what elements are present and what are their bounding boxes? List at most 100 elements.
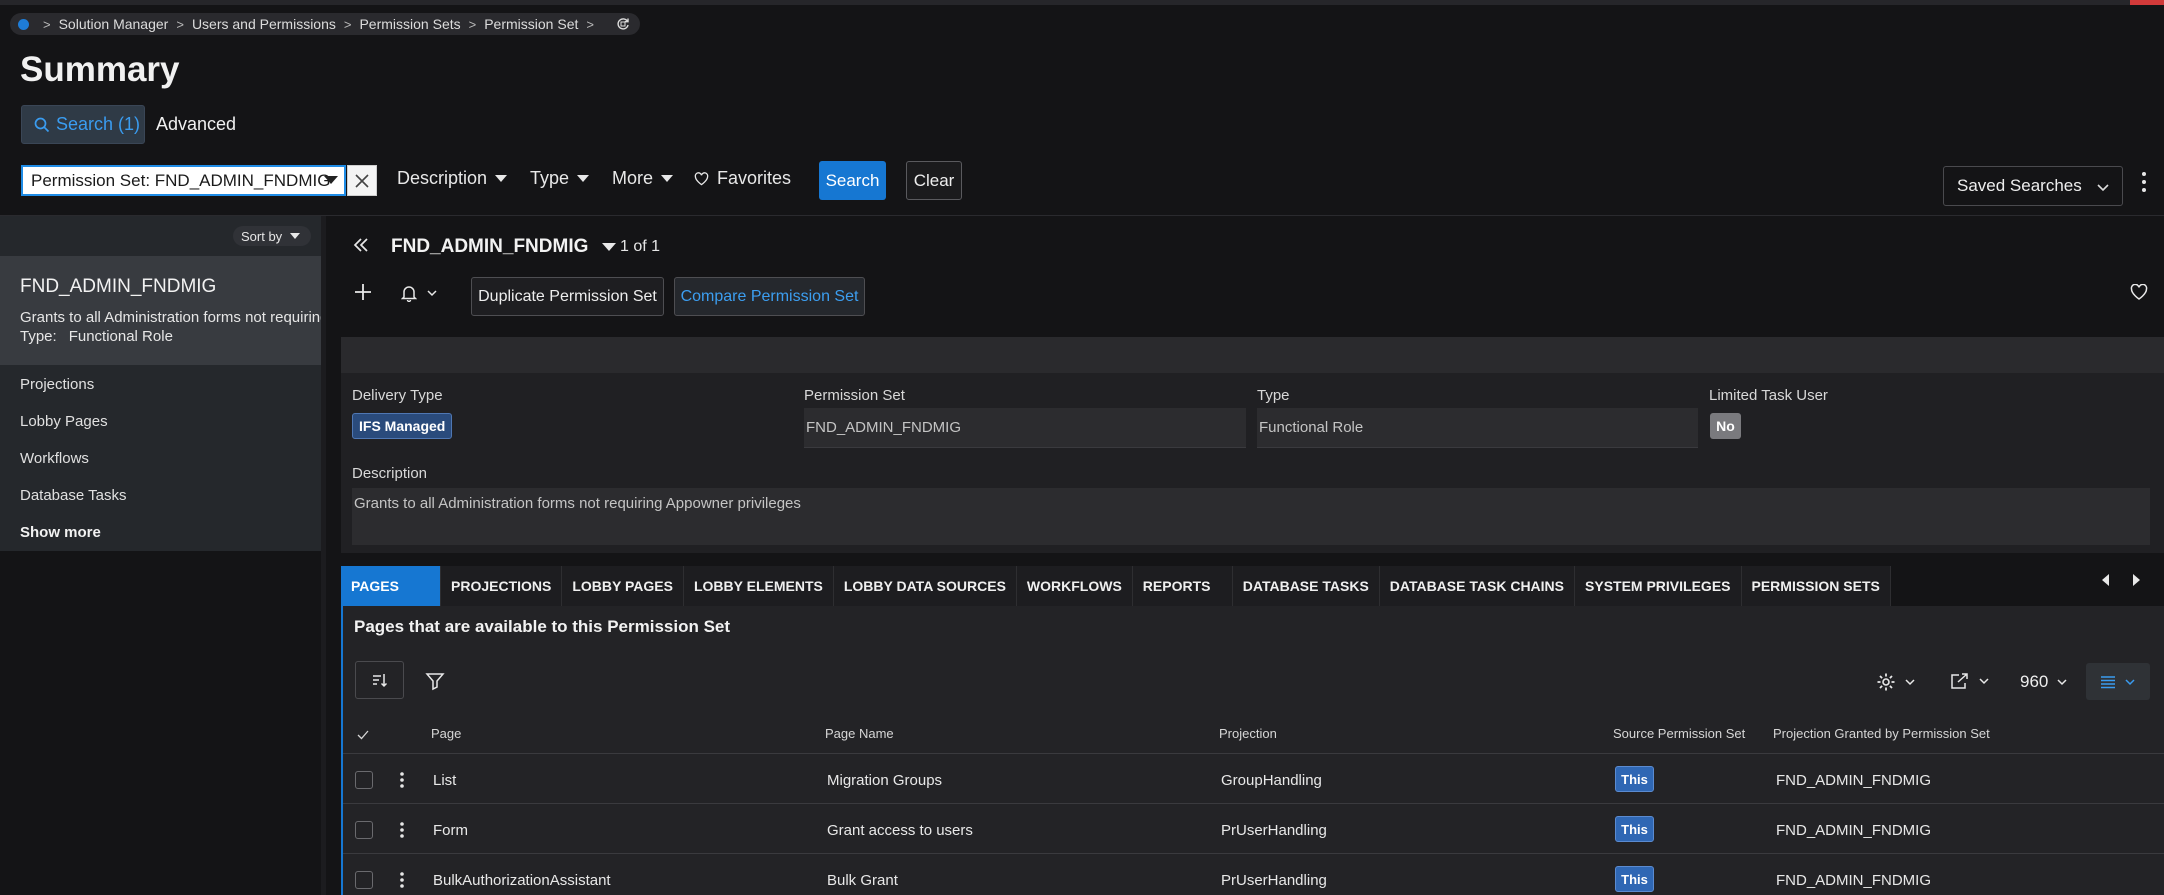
cell-granted-by: FND_ADMIN_FNDMIG (1776, 822, 1932, 839)
export-icon (1951, 673, 1968, 689)
column-header-projection[interactable]: Projection (1219, 726, 1277, 741)
clear-field-button[interactable] (347, 165, 377, 196)
filter-icon[interactable] (425, 671, 445, 691)
tab-database-task-chains[interactable]: DATABASE TASK CHAINS (1379, 566, 1576, 606)
search-icon (34, 117, 50, 133)
export-dropdown[interactable] (1950, 672, 1990, 690)
add-icon[interactable] (354, 283, 372, 301)
tab-permission-sets[interactable]: PERMISSION SETS (1741, 566, 1891, 606)
row-divider (343, 853, 2164, 854)
record-nav-list: Projections Lobby Pages Workflows Databa… (20, 375, 126, 560)
caret-down-icon (290, 233, 301, 239)
cell-granted-by: FND_ADMIN_FNDMIG (1776, 772, 1932, 789)
row-checkbox[interactable] (355, 771, 373, 789)
cell-page-name: Grant access to users (827, 822, 973, 839)
favorites-label: Favorites (717, 168, 792, 188)
collapse-panel-icon[interactable] (352, 236, 370, 254)
chevron-down-icon (1979, 678, 1989, 685)
row-checkbox[interactable] (355, 821, 373, 839)
tab-pages[interactable]: PAGES (341, 566, 441, 606)
permission-set-field: FND_ADMIN_FNDMIG (804, 408, 1246, 448)
description-label: Description (352, 465, 428, 482)
cell-page-name: Bulk Grant (827, 872, 898, 889)
heart-icon (694, 171, 709, 185)
duplicate-permission-set-button[interactable]: Duplicate Permission Set (471, 277, 664, 316)
tab-workflows[interactable]: WORKFLOWS (1016, 566, 1133, 606)
clear-button[interactable]: Clear (906, 161, 962, 200)
record-list-description: Grants to all Administration forms not r… (20, 309, 321, 326)
more-options-icon[interactable] (2142, 172, 2146, 192)
tab-projections[interactable]: PROJECTIONS (441, 566, 563, 606)
home-icon[interactable] (18, 18, 29, 30)
search-tab[interactable]: Search (1) (21, 105, 145, 144)
permission-set-search-field[interactable]: Permission Set: FND_ADMIN_FNDMIG (21, 165, 346, 196)
select-all-check-icon[interactable] (357, 730, 369, 740)
breadcrumb-item[interactable]: Permission Sets (359, 16, 460, 32)
row-menu-icon[interactable] (400, 822, 404, 838)
search-button[interactable]: Search (819, 161, 886, 200)
description-filter[interactable]: Description (397, 168, 508, 189)
permission-set-search-value: Permission Set: FND_ADMIN_FNDMIG (31, 170, 331, 190)
record-type-label: Type: (20, 328, 57, 345)
scroll-right-icon[interactable] (2132, 573, 2142, 587)
caret-down-icon[interactable] (324, 176, 338, 184)
table-title: Pages that are available to this Permiss… (354, 617, 731, 636)
record-selector[interactable]: FND_ADMIN_FNDMIG (391, 236, 617, 258)
notifications-dropdown[interactable] (401, 284, 438, 302)
more-filter[interactable]: More (612, 168, 674, 189)
row-menu-icon[interactable] (400, 772, 404, 788)
column-header-page-name[interactable]: Page Name (825, 726, 894, 741)
favorite-heart-icon[interactable] (2130, 284, 2148, 300)
column-header-page[interactable]: Page (431, 726, 461, 741)
show-more-link[interactable]: Show more (20, 523, 126, 560)
column-settings-button[interactable] (355, 661, 404, 699)
page-size-dropdown[interactable]: 960 (2020, 672, 2068, 692)
sort-by-dropdown[interactable]: Sort by (233, 226, 311, 246)
compare-permission-set-button[interactable]: Compare Permission Set (674, 277, 865, 316)
delivery-type-label: Delivery Type (352, 387, 443, 404)
tab-system-privileges[interactable]: SYSTEM PRIVILEGES (1575, 566, 1742, 606)
chevron-down-icon (2097, 184, 2109, 192)
limited-task-user-label: Limited Task User (1709, 387, 1828, 404)
view-mode-dropdown[interactable] (2086, 663, 2150, 700)
column-header-source-permission-set[interactable]: Source Permission Set (1613, 726, 1745, 741)
type-label: Type (1257, 387, 1290, 404)
sort-by-label: Sort by (241, 228, 283, 244)
tab-database-tasks[interactable]: DATABASE TASKS (1232, 566, 1380, 606)
nav-item-projections[interactable]: Projections (20, 375, 126, 412)
tab-lobby-data-sources[interactable]: LOBBY DATA SOURCES (833, 566, 1017, 606)
permission-set-label: Permission Set (804, 387, 905, 404)
chevron-right-icon: > (586, 16, 594, 32)
tab-lobby-elements[interactable]: LOBBY ELEMENTS (683, 566, 834, 606)
breadcrumb-item[interactable]: Permission Set (484, 16, 578, 32)
saved-searches-dropdown[interactable]: Saved Searches (1943, 166, 2123, 206)
refresh-icon[interactable] (616, 17, 630, 31)
type-field: Functional Role (1257, 408, 1698, 448)
favorites-filter[interactable]: Favorites (694, 168, 791, 189)
table-settings-dropdown[interactable] (1876, 672, 1916, 692)
detail-card-header (341, 337, 2164, 373)
nav-item-workflows[interactable]: Workflows (20, 449, 126, 486)
chevron-right-icon: > (468, 16, 477, 32)
pages-table-panel (341, 606, 2164, 895)
row-menu-icon[interactable] (400, 872, 404, 888)
tab-lobby-pages[interactable]: LOBBY PAGES (562, 566, 684, 606)
more-filter-label: More (612, 168, 654, 188)
cell-page: BulkAuthorizationAssistant (433, 872, 611, 889)
detail-tabs: PAGES PROJECTIONS LOBBY PAGES LOBBY ELEM… (341, 566, 1891, 606)
nav-item-lobby-pages[interactable]: Lobby Pages (20, 412, 126, 449)
advanced-tab[interactable]: Advanced (156, 114, 236, 135)
cell-page: Form (433, 822, 468, 839)
tab-reports[interactable]: REPORTS (1132, 566, 1233, 606)
cell-granted-by: FND_ADMIN_FNDMIG (1776, 872, 1932, 889)
nav-item-database-tasks[interactable]: Database Tasks (20, 486, 126, 523)
type-filter[interactable]: Type (530, 168, 590, 189)
delivery-type-badge: IFS Managed (352, 413, 453, 439)
row-checkbox[interactable] (355, 871, 373, 889)
scroll-left-icon[interactable] (2100, 573, 2110, 587)
breadcrumb-item[interactable]: Solution Manager (59, 16, 169, 32)
panel-splitter[interactable] (321, 216, 326, 895)
breadcrumb-item[interactable]: Users and Permissions (192, 16, 336, 32)
type-filter-label: Type (530, 168, 570, 188)
column-header-projection-granted[interactable]: Projection Granted by Permission Set (1773, 726, 1990, 741)
